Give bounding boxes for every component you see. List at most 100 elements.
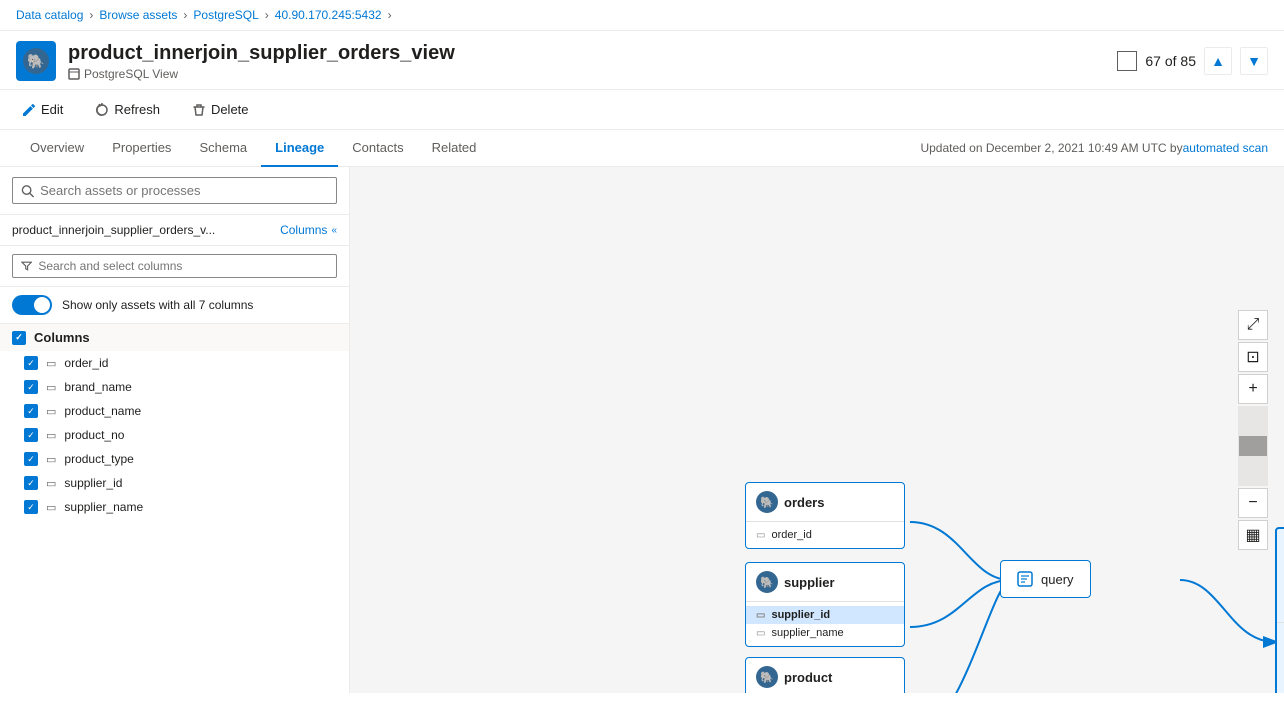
- query-node[interactable]: query: [1000, 560, 1091, 598]
- col-name-order_id: order_id: [64, 356, 108, 370]
- column-item-supplier_name[interactable]: ✓ ▭ supplier_name: [0, 495, 349, 519]
- expand-button[interactable]: ⤢: [1238, 310, 1268, 340]
- supplier-node-header: 🐘 supplier: [746, 563, 904, 602]
- tab-overview[interactable]: Overview: [16, 130, 98, 167]
- result-col-order_id: ▭ order_id: [1277, 627, 1284, 645]
- header-right: 67 of 85 ▲ ▼: [1117, 47, 1268, 75]
- columns-section-header: ✓ Columns: [0, 324, 349, 351]
- tab-properties[interactable]: Properties: [98, 130, 185, 167]
- column-item-product_type[interactable]: ✓ ▭ product_type: [0, 447, 349, 471]
- column-item-supplier_id[interactable]: ✓ ▭ supplier_id: [0, 471, 349, 495]
- col-name-product_no: product_no: [64, 428, 124, 442]
- refresh-button[interactable]: Refresh: [89, 98, 166, 121]
- edit-icon: [22, 103, 36, 117]
- view-icon: [68, 68, 80, 80]
- col-checkbox-order_id[interactable]: ✓: [24, 356, 38, 370]
- edit-button[interactable]: Edit: [16, 98, 69, 121]
- orders-col-order_id: ▭ order_id: [746, 526, 904, 544]
- column-item-product_name[interactable]: ✓ ▭ product_name: [0, 399, 349, 423]
- page-subtitle: PostgreSQL View: [68, 67, 455, 81]
- all-columns-checkbox[interactable]: ✓: [12, 331, 26, 345]
- col-name-supplier_id: supplier_id: [64, 476, 122, 490]
- panel-header: product_innerjoin_supplier_orders_v... C…: [0, 215, 349, 246]
- column-item-order_id[interactable]: ✓ ▭ order_id: [0, 351, 349, 375]
- tab-related[interactable]: Related: [418, 130, 491, 167]
- column-search-bar[interactable]: [12, 254, 337, 278]
- col-checkbox-supplier_name[interactable]: ✓: [24, 500, 38, 514]
- query-label: query: [1041, 572, 1074, 587]
- orders-node-header: 🐘 orders: [746, 483, 904, 522]
- col-type-icon: ▭: [46, 501, 56, 514]
- next-button[interactable]: ▼: [1240, 47, 1268, 75]
- zoom-out-button[interactable]: −: [1238, 488, 1268, 518]
- updated-by-link[interactable]: automated scan: [1183, 141, 1268, 155]
- breadcrumb-data-catalog[interactable]: Data catalog: [16, 8, 83, 22]
- col-icon: ▭: [756, 610, 765, 621]
- search-input[interactable]: [40, 183, 328, 198]
- col-name-brand_name: brand_name: [64, 380, 131, 394]
- orders-node[interactable]: 🐘 orders ▭ order_id: [745, 482, 905, 549]
- header-title-block: product_innerjoin_supplier_orders_view P…: [68, 42, 455, 81]
- orders-label: orders: [784, 495, 824, 510]
- supplier-node[interactable]: 🐘 supplier ▭ supplier_id ▭ supplier_name: [745, 562, 905, 647]
- toolbar: Edit Refresh Delete: [0, 90, 1284, 130]
- breadcrumb-browse-assets[interactable]: Browse assets: [99, 8, 177, 22]
- tab-lineage[interactable]: Lineage: [261, 130, 338, 167]
- zoom-controls: ⤢ ⊡ + − ▦: [1238, 310, 1268, 550]
- filter-icon: [21, 260, 32, 272]
- col-checkbox-product_name[interactable]: ✓: [24, 404, 38, 418]
- left-panel: product_innerjoin_supplier_orders_v... C…: [0, 167, 350, 693]
- prev-button[interactable]: ▲: [1204, 47, 1232, 75]
- col-checkbox-brand_name[interactable]: ✓: [24, 380, 38, 394]
- result-node[interactable]: 🐘 PostgreSQL View product_innerjoin_supp…: [1275, 527, 1284, 693]
- col-checkbox-product_no[interactable]: ✓: [24, 428, 38, 442]
- node-label: product_innerjoin_supplier_orders_v...: [12, 223, 215, 237]
- tabs: Overview Properties Schema Lineage Conta…: [0, 130, 1284, 167]
- columns-toggle[interactable]: Columns «: [280, 223, 337, 237]
- col-checkbox-product_type[interactable]: ✓: [24, 452, 38, 466]
- zoom-in-button[interactable]: +: [1238, 374, 1268, 404]
- svg-text:🐘: 🐘: [27, 53, 44, 70]
- zoom-track[interactable]: [1238, 406, 1268, 486]
- zoom-thumb[interactable]: [1239, 436, 1267, 456]
- delete-button[interactable]: Delete: [186, 98, 255, 121]
- page-counter: 67 of 85 ▲ ▼: [1117, 47, 1268, 75]
- columns-toggle-switch[interactable]: [12, 295, 52, 315]
- supplier-col-supplier_id: ▭ supplier_id: [746, 606, 904, 624]
- chevron-icon: «: [331, 225, 337, 236]
- toggle-row: Show only assets with all 7 columns: [0, 287, 349, 324]
- result-node-header: 🐘 PostgreSQL View product_innerjoin_supp…: [1277, 529, 1284, 623]
- result-col-brand_name: ▭ brand_name: [1277, 645, 1284, 663]
- breadcrumb-postgresql[interactable]: PostgreSQL: [193, 8, 258, 22]
- breadcrumb: Data catalog › Browse assets › PostgreSQ…: [0, 0, 1284, 31]
- asset-search-bar[interactable]: [12, 177, 337, 204]
- map-button[interactable]: ▦: [1238, 520, 1268, 550]
- supplier-col-supplier_name: ▭ supplier_name: [746, 624, 904, 642]
- supplier-label: supplier: [784, 575, 835, 590]
- column-list: ✓ Columns ✓ ▭ order_id ✓ ▭ brand_name ✓ …: [0, 324, 349, 693]
- column-search-input[interactable]: [38, 259, 328, 273]
- column-item-product_no[interactable]: ✓ ▭ product_no: [0, 423, 349, 447]
- col-type-icon: ▭: [46, 381, 56, 394]
- result-col-product_no: ▭ product_no: [1277, 681, 1284, 693]
- updated-info: Updated on December 2, 2021 10:49 AM UTC…: [920, 131, 1268, 165]
- col-checkbox-supplier_id[interactable]: ✓: [24, 476, 38, 490]
- page-title: product_innerjoin_supplier_orders_view: [68, 42, 455, 65]
- product-node[interactable]: 🐘 product ▭ brand_name ▭ product_name ▭ …: [745, 657, 905, 693]
- col-name-supplier_name: supplier_name: [64, 500, 143, 514]
- col-icon: ▭: [756, 530, 765, 541]
- header: 🐘 product_innerjoin_supplier_orders_view…: [0, 31, 1284, 90]
- breadcrumb-ip[interactable]: 40.90.170.245:5432: [275, 8, 382, 22]
- col-type-icon: ▭: [46, 429, 56, 442]
- tab-contacts[interactable]: Contacts: [338, 130, 417, 167]
- select-checkbox[interactable]: [1117, 51, 1137, 71]
- postgresql-icon: 🐘: [16, 41, 56, 81]
- col-type-icon: ▭: [46, 357, 56, 370]
- fit-button[interactable]: ⊡: [1238, 342, 1268, 372]
- orders-node-body: ▭ order_id: [746, 522, 904, 548]
- main-content: product_innerjoin_supplier_orders_v... C…: [0, 167, 1284, 693]
- column-item-brand_name[interactable]: ✓ ▭ brand_name: [0, 375, 349, 399]
- col-icon: ▭: [756, 628, 765, 639]
- tab-schema[interactable]: Schema: [185, 130, 261, 167]
- lineage-canvas: 🐘 orders ▭ order_id 🐘 supplier ▭ supplie…: [350, 167, 1284, 693]
